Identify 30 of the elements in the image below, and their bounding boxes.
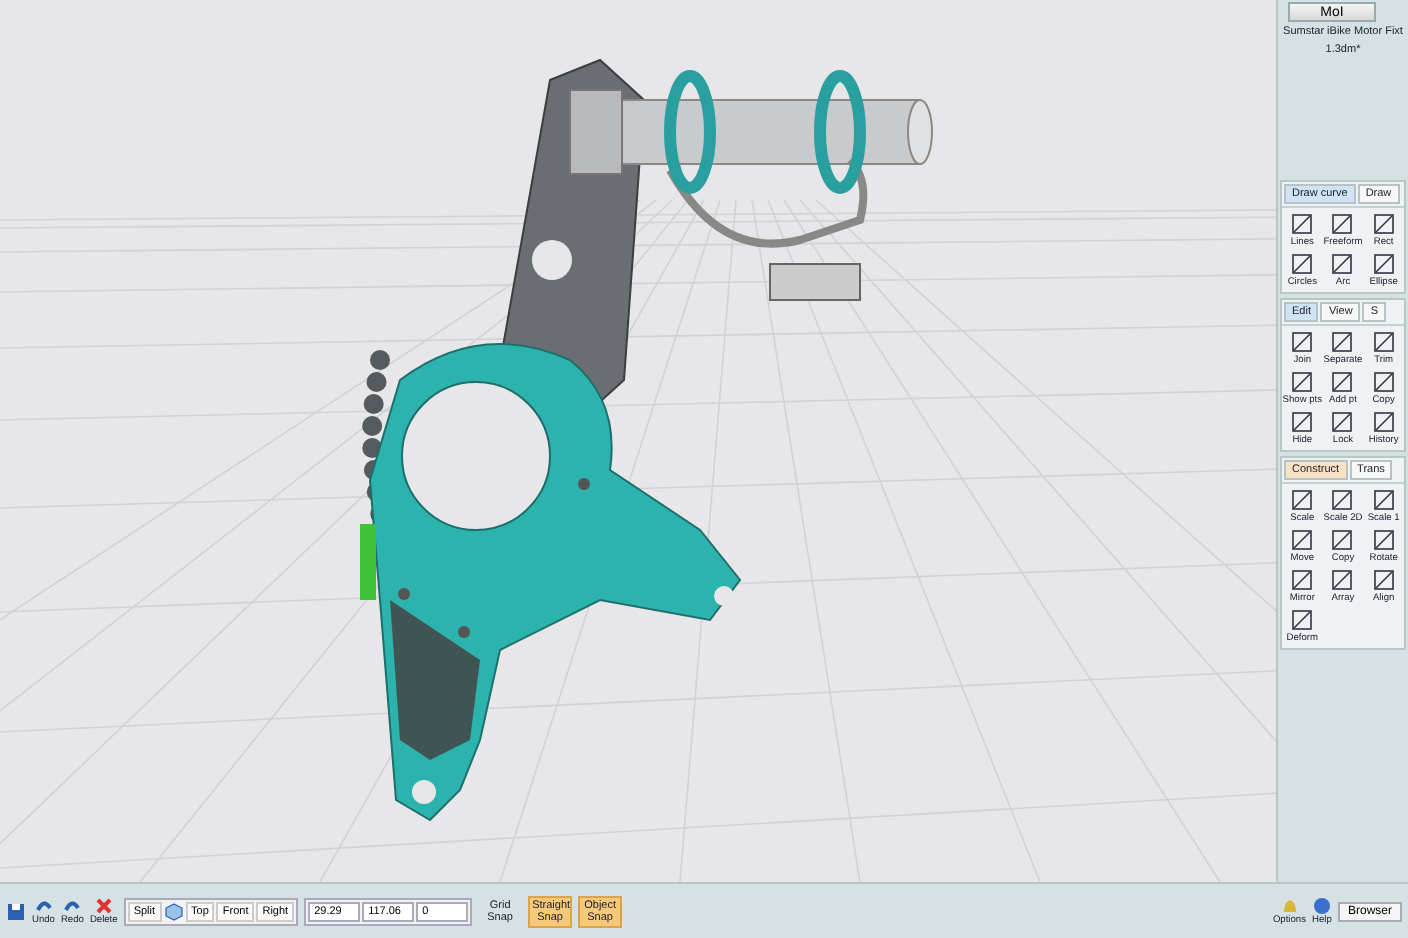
tool-icon [1330,212,1355,236]
tool-icon [1290,410,1315,434]
tool-icon [1371,330,1396,354]
tool-icon [1330,330,1355,354]
tool-icon [1330,410,1355,434]
tool-icon [1371,212,1396,236]
tool-icon [1330,528,1355,552]
tool-icon [1290,528,1315,552]
tool-icon [1290,370,1315,394]
tool-icon [1330,252,1355,276]
cross-icon [93,896,114,916]
tool-icon [1290,488,1315,512]
tool-icon [1371,252,1396,276]
tool-icon [1290,252,1315,276]
tool-icon [1330,370,1355,394]
save-icon[interactable] [6,901,26,921]
tool-icon [1330,568,1355,592]
tool-icon [1290,212,1315,236]
3d-viewport[interactable] [0,0,1276,882]
tool-icon [1290,608,1315,632]
tool-icon [1330,488,1355,512]
tool-icon [1371,488,1396,512]
tool-icon [1290,330,1315,354]
help-icon [1311,896,1332,916]
bell-icon [1279,896,1300,916]
tool-icon [1371,528,1396,552]
tool-icon [1371,370,1396,394]
tool-icon [1371,568,1396,592]
tool-icon [1371,410,1396,434]
tool-icon [1290,568,1315,592]
